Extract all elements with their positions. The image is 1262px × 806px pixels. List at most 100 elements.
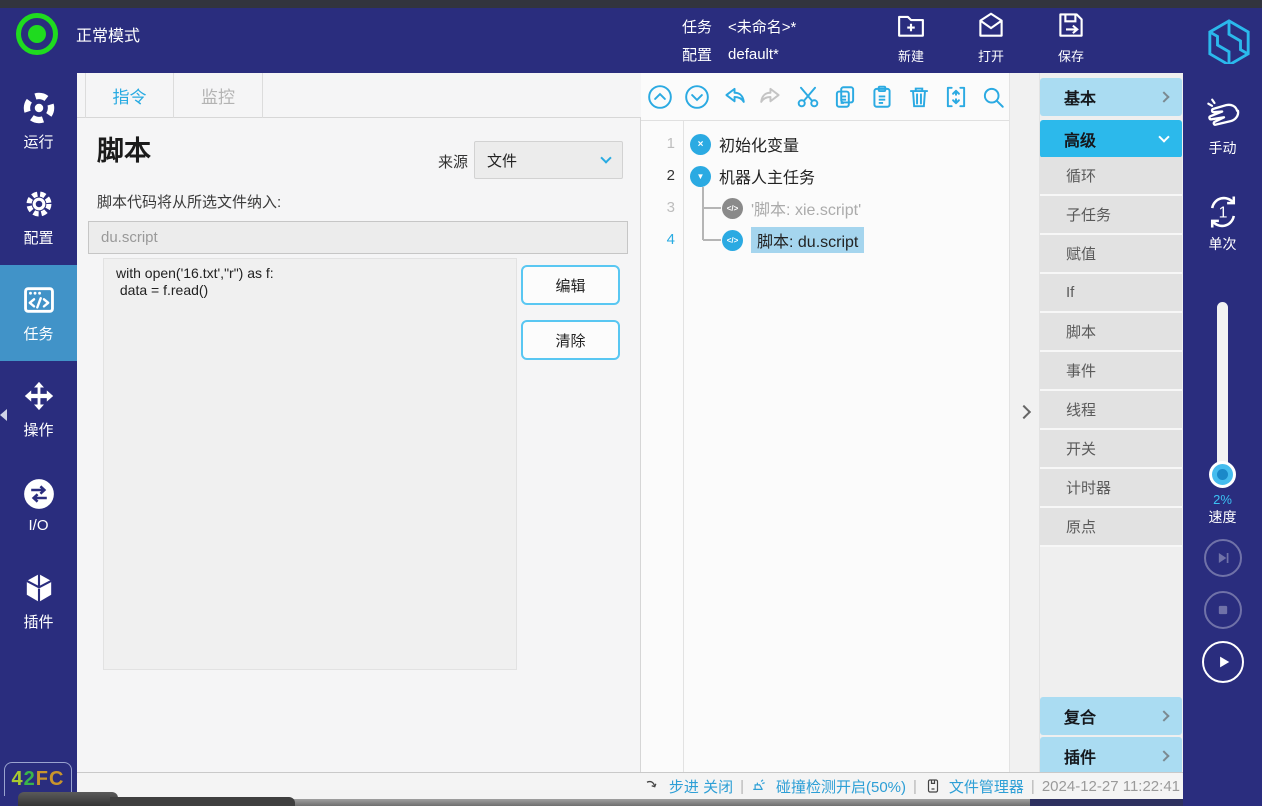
palette-item-timer[interactable]: 计时器 xyxy=(1040,469,1182,508)
right-sidebar: 手动 1 单次 2% 速度 xyxy=(1183,73,1262,806)
palette-item-switch[interactable]: 开关 xyxy=(1040,430,1182,469)
mode-label: 正常模式 xyxy=(76,22,140,46)
speed-slider-knob[interactable] xyxy=(1209,461,1236,488)
skip-icon xyxy=(1213,548,1233,568)
task-label: 任务 xyxy=(682,16,712,37)
palette-group-advanced[interactable]: 高级 xyxy=(1040,120,1182,158)
line-number: 1 xyxy=(641,128,675,160)
chevron-down-icon xyxy=(1158,131,1169,142)
script-code-preview[interactable]: with open('16.txt',"r") as f: data = f.r… xyxy=(103,258,517,670)
page-title: 脚本 xyxy=(97,129,151,168)
collapse-node-button[interactable] xyxy=(943,84,969,110)
script-file-input[interactable] xyxy=(88,221,628,254)
file-manager-link[interactable]: 文件管理器 xyxy=(949,776,1024,797)
speed-slider-track[interactable] xyxy=(1217,302,1228,480)
copy-button[interactable] xyxy=(832,84,858,110)
palette-group-label: 基本 xyxy=(1064,85,1096,109)
tree-row-init-variables[interactable]: 1 × 初始化变量 xyxy=(641,128,1009,160)
task-tree: 1 × 初始化变量 2 ▼ 机器人主任务 3 </> '脚本: xie.scri… xyxy=(641,128,1009,256)
init-variable-icon: × xyxy=(690,134,711,155)
task-config-info: 任务 <未命名>* 配置 default* xyxy=(682,12,796,68)
paste-button[interactable] xyxy=(869,84,895,110)
paste-icon xyxy=(869,84,895,110)
new-task-button[interactable]: 新建 xyxy=(878,10,944,65)
palette-item-event[interactable]: 事件 xyxy=(1040,352,1182,391)
redo-button[interactable] xyxy=(758,84,784,110)
palette-item-origin[interactable]: 原点 xyxy=(1040,508,1182,547)
sidebar-item-io[interactable]: I/O xyxy=(0,457,77,553)
circle-down-icon xyxy=(684,84,710,110)
clear-button[interactable]: 清除 xyxy=(521,320,620,360)
line-number: 4 xyxy=(641,224,675,256)
step-mode-status[interactable]: 步进 关闭 xyxy=(669,776,733,797)
stop-button[interactable] xyxy=(1204,591,1242,629)
save-task-button[interactable]: 保存 xyxy=(1038,10,1104,65)
palette-group-plugin[interactable]: 插件 xyxy=(1040,737,1182,775)
search-icon xyxy=(980,84,1006,110)
expand-node-icon[interactable]: ▼ xyxy=(690,166,711,187)
gear-icon xyxy=(22,187,56,221)
sidebar-item-operate[interactable]: 操作 xyxy=(0,361,77,457)
play-button[interactable] xyxy=(1202,641,1244,683)
sidebar-collapse-arrow[interactable] xyxy=(0,409,7,421)
new-folder-icon xyxy=(896,10,926,40)
manual-mode-button[interactable]: 手动 xyxy=(1183,95,1262,158)
move-down-button[interactable] xyxy=(684,84,710,110)
tree-row-script-xie[interactable]: 3 </> '脚本: xie.script' xyxy=(641,192,1009,224)
undo-icon xyxy=(721,84,747,110)
tab-instruction[interactable]: 指令 xyxy=(85,73,174,118)
tab-monitor[interactable]: 监控 xyxy=(174,73,263,118)
palette-group-label: 复合 xyxy=(1064,704,1096,728)
window-top-strip xyxy=(0,0,1262,8)
move-up-button[interactable] xyxy=(647,84,673,110)
tree-row-main-task[interactable]: 2 ▼ 机器人主任务 xyxy=(641,160,1009,192)
sidebar-item-config[interactable]: 配置 xyxy=(0,169,77,265)
version-badge: 42FC xyxy=(4,762,72,796)
left-sidebar: 运行 配置 任务 操作 I/O 插件 42FC xyxy=(0,73,77,806)
circle-up-icon xyxy=(647,84,673,110)
palette-item-if[interactable]: If xyxy=(1040,274,1182,313)
tab-bar: 指令 监控 xyxy=(77,73,641,118)
tree-row-script-du[interactable]: 4 </> 脚本: du.script xyxy=(641,224,1009,256)
chevron-right-icon xyxy=(1158,91,1169,102)
palette-item-thread[interactable]: 线程 xyxy=(1040,391,1182,430)
sidebar-item-label: 配置 xyxy=(23,227,53,248)
single-run-button[interactable]: 1 单次 xyxy=(1183,193,1262,254)
cut-button[interactable] xyxy=(795,84,821,110)
palette-item-assignment[interactable]: 赋值 xyxy=(1040,235,1182,274)
single-count: 1 xyxy=(1218,205,1227,222)
play-icon xyxy=(1213,652,1233,672)
tree-node-label: 机器人主任务 xyxy=(719,164,815,188)
source-label: 来源 xyxy=(438,151,468,172)
collapse-bracket-icon xyxy=(943,84,969,110)
collapse-panel-handle[interactable] xyxy=(1017,405,1031,419)
task-tree-panel: 1 × 初始化变量 2 ▼ 机器人主任务 3 </> '脚本: xie.scri… xyxy=(641,73,1009,772)
undo-button[interactable] xyxy=(721,84,747,110)
palette-item-loop[interactable]: 循环 xyxy=(1040,157,1182,196)
palette-group-composite[interactable]: 复合 xyxy=(1040,697,1182,735)
script-node-icon: </> xyxy=(722,198,743,219)
step-forward-button[interactable] xyxy=(1204,539,1242,577)
palette-item-subtask[interactable]: 子任务 xyxy=(1040,196,1182,235)
palette-item-script[interactable]: 脚本 xyxy=(1040,313,1182,352)
sidebar-item-label: 插件 xyxy=(23,611,53,632)
instruction-panel: 指令 监控 脚本 来源 文件 脚本代码将从所选文件纳入: with open('… xyxy=(77,73,641,772)
sidebar-item-run[interactable]: 运行 xyxy=(0,73,77,169)
delete-button[interactable] xyxy=(906,84,932,110)
sidebar-item-label: 操作 xyxy=(23,419,53,440)
status-dot-icon xyxy=(28,25,46,43)
tree-toolbar xyxy=(641,73,1009,121)
palette-group-basic[interactable]: 基本 xyxy=(1040,78,1182,116)
script-description: 脚本代码将从所选文件纳入: xyxy=(97,191,281,212)
sidebar-item-plugin[interactable]: 插件 xyxy=(0,553,77,649)
config-label: 配置 xyxy=(682,44,712,65)
sidebar-item-label: 运行 xyxy=(23,131,53,152)
edit-button[interactable]: 编辑 xyxy=(521,265,620,305)
collision-detect-status[interactable]: 碰撞检测开启(50%) xyxy=(776,776,906,797)
sidebar-item-task[interactable]: 任务 xyxy=(0,265,77,361)
status-separator: | xyxy=(740,778,744,795)
source-select[interactable]: 文件 xyxy=(474,141,623,179)
sidebar-item-label: 任务 xyxy=(23,323,53,344)
open-task-button[interactable]: 打开 xyxy=(958,10,1024,65)
search-button[interactable] xyxy=(980,84,1006,110)
